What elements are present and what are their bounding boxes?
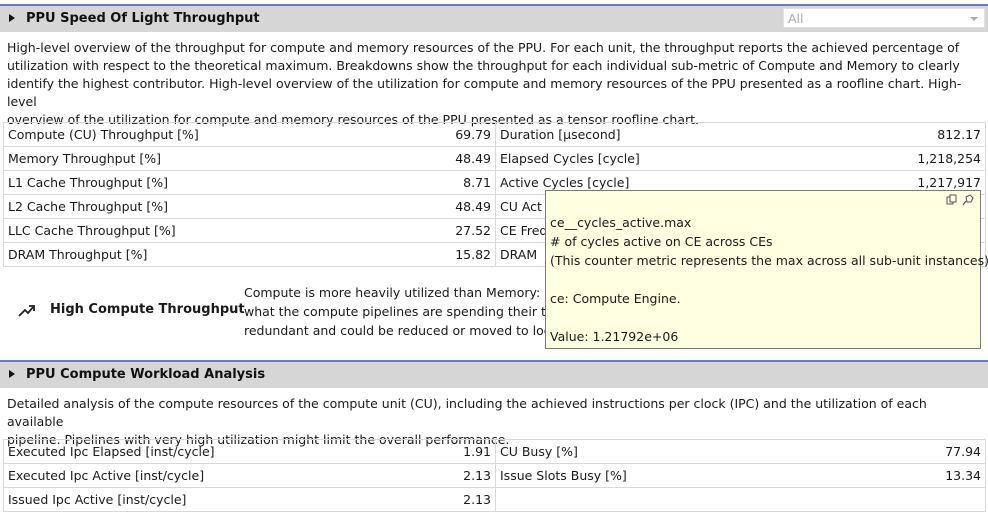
metric-cell[interactable]: Memory Throughput [%] 48.49 <box>3 146 496 171</box>
metric-name: Compute (CU) Throughput [%] <box>8 127 199 142</box>
metric-name: Issued Ipc Active [inst/cycle] <box>8 492 187 507</box>
metric-value: 48.49 <box>455 151 491 166</box>
metric-name: CE Freq <box>500 223 548 238</box>
metric-value: 2.13 <box>463 468 491 483</box>
metric-name: CU Busy [%] <box>500 444 578 459</box>
metric-cell[interactable]: Executed Ipc Elapsed [inst/cycle] 1.91 <box>3 439 496 464</box>
metric-value: 69.79 <box>455 127 491 142</box>
trend-up-icon <box>18 305 35 317</box>
filter-dropdown[interactable]: All <box>783 8 985 28</box>
copy-icon[interactable] <box>946 194 957 205</box>
chevron-down-icon <box>970 17 978 21</box>
metric-tooltip: ce__cycles_active.max # of cycles active… <box>545 190 988 349</box>
table-row: Memory Throughput [%] 48.49 Elapsed Cycle… <box>3 146 986 171</box>
tooltip-metric-name: ce__cycles_active.max <box>550 215 692 230</box>
metric-name: L1 Cache Throughput [%] <box>8 175 168 190</box>
metric-name: CU Act <box>500 199 542 214</box>
table-row: Compute (CU) Throughput [%] 69.79 Duratio… <box>3 122 986 147</box>
pin-icon[interactable] <box>962 194 974 206</box>
metric-cell[interactable]: Compute (CU) Throughput [%] 69.79 <box>3 122 496 147</box>
metric-name: Memory Throughput [%] <box>8 151 162 166</box>
description-line: utilization with respect to the theoreti… <box>7 58 960 73</box>
filter-dropdown-value: All <box>788 11 804 26</box>
collapse-triangle-icon[interactable] <box>9 14 15 22</box>
recommendation-body: Compute is more heavily utilized than Me… <box>244 283 546 343</box>
recommendation-title: High Compute Throughput <box>50 302 245 317</box>
tooltip-value: Value: 1.21792e+06 <box>550 329 679 344</box>
metric-cell[interactable]: Issue Slots Busy [%] 13.34 <box>495 463 986 488</box>
metric-value: 1.91 <box>463 444 491 459</box>
metric-cell[interactable]: Executed Ipc Active [inst/cycle] 2.13 <box>3 463 496 488</box>
description-line: identify the highest contributor. High-l… <box>7 76 962 109</box>
metric-cell[interactable]: L1 Cache Throughput [%] 8.71 <box>3 170 496 195</box>
table-row: Issued Ipc Active [inst/cycle] 2.13 <box>3 487 986 512</box>
metric-name: Elapsed Cycles [cycle] <box>500 151 640 166</box>
metric-name: LLC Cache Throughput [%] <box>8 223 176 238</box>
metric-cell[interactable]: Issued Ipc Active [inst/cycle] 2.13 <box>3 487 496 512</box>
metric-cell[interactable]: Duration [µsecond] 812.17 <box>495 122 986 147</box>
metric-value: 27.52 <box>455 223 491 238</box>
tooltip-unit-info: ce: Compute Engine. <box>550 291 681 306</box>
metric-value: 1,217,917 <box>917 175 981 190</box>
metric-name: Executed Ipc Active [inst/cycle] <box>8 468 205 483</box>
metric-name: L2 Cache Throughput [%] <box>8 199 168 214</box>
metric-name: Executed Ipc Elapsed [inst/cycle] <box>8 444 215 459</box>
metric-cell[interactable]: DRAM Throughput [%] 15.82 <box>3 242 496 267</box>
metric-cell[interactable]: CU Busy [%] 77.94 <box>495 439 986 464</box>
metric-cell[interactable] <box>495 487 986 512</box>
tooltip-description: # of cycles active on CE across CEs <box>550 234 773 249</box>
description-line: High-level overview of the throughput fo… <box>7 40 960 55</box>
metric-value: 77.94 <box>945 444 981 459</box>
recommendation-line: Compute is more heavily utilized than Me… <box>244 285 546 300</box>
table-row: Executed Ipc Elapsed [inst/cycle] 1.91 CU… <box>3 439 986 464</box>
metric-value: 15.82 <box>455 247 491 262</box>
tooltip-note: (This counter metric represents the max … <box>550 253 988 268</box>
metric-value: 2.13 <box>463 492 491 507</box>
metric-name: DRAM Throughput [%] <box>8 247 148 262</box>
metric-cell[interactable]: L2 Cache Throughput [%] 48.49 <box>3 194 496 219</box>
metric-name: DRAM <box>500 247 538 262</box>
section-description: High-level overview of the throughput fo… <box>7 39 977 129</box>
section-title: PPU Speed Of Light Throughput <box>26 11 260 26</box>
metrics-table-compute-workload: Executed Ipc Elapsed [inst/cycle] 1.91 CU… <box>3 439 986 512</box>
metric-value: 812.17 <box>937 127 981 142</box>
collapse-triangle-icon[interactable] <box>9 370 15 378</box>
recommendation-line: what the compute pipelines are spending … <box>244 304 546 319</box>
metric-name: Duration [µsecond] <box>500 127 621 142</box>
description-line: Detailed analysis of the compute resourc… <box>7 396 927 429</box>
metric-value: 8.71 <box>463 175 491 190</box>
metric-cell[interactable]: Elapsed Cycles [cycle] 1,218,254 <box>495 146 986 171</box>
recommendation-line: redundant and could be reduced or moved … <box>244 323 546 338</box>
section-header-speed-of-light[interactable]: PPU Speed Of Light Throughput All <box>0 4 988 32</box>
metric-name: Issue Slots Busy [%] <box>500 468 627 483</box>
metric-value: 13.34 <box>945 468 981 483</box>
section-title: PPU Compute Workload Analysis <box>26 367 266 382</box>
table-row: Executed Ipc Active [inst/cycle] 2.13 Iss… <box>3 463 986 488</box>
metric-name: Active Cycles [cycle] <box>500 175 630 190</box>
metric-value: 48.49 <box>455 199 491 214</box>
section-header-compute-workload[interactable]: PPU Compute Workload Analysis <box>0 360 988 388</box>
metric-value: 1,218,254 <box>917 151 981 166</box>
tooltip-actions <box>946 194 974 209</box>
metric-cell[interactable]: LLC Cache Throughput [%] 27.52 <box>3 218 496 243</box>
